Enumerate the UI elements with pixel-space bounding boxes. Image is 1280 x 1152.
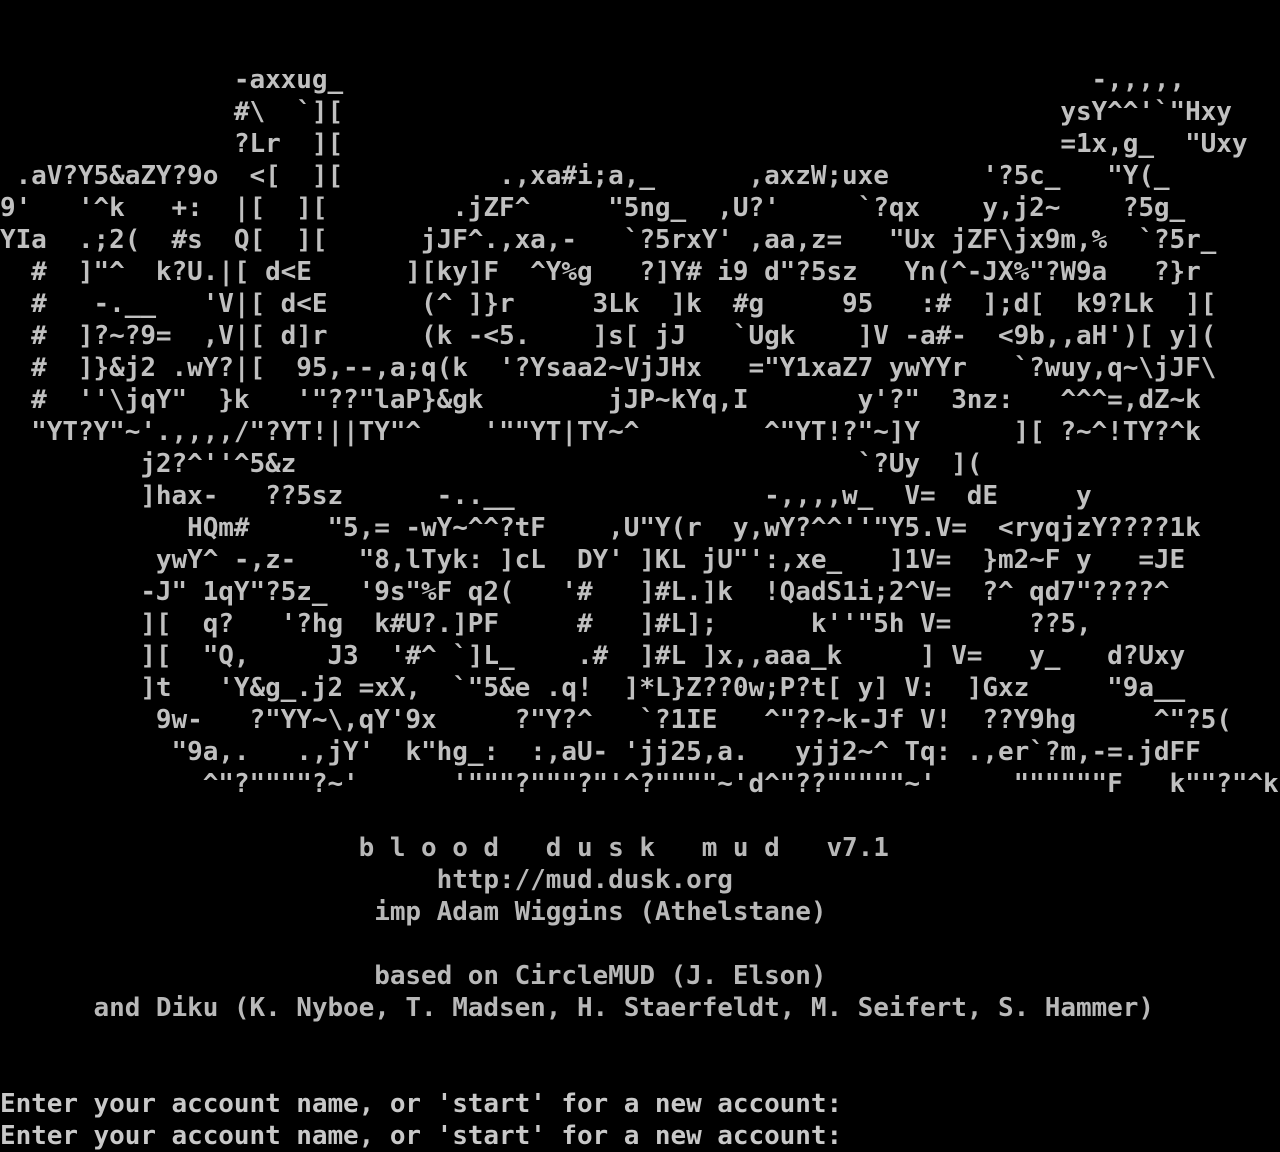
ascii-art-line: # ''\jqY" }k '"??"laP}&gk jJP~kYq,I y'?"…: [0, 385, 1201, 415]
mud-based-on: based on CircleMUD (J. Elson): [0, 961, 827, 991]
mud-diku-credits: and Diku (K. Nyboe, T. Madsen, H. Staerf…: [0, 993, 1154, 1023]
ascii-art-line: ]hax- ??5sz -..__ -,,,,w_ V= dE y: [0, 481, 1092, 511]
ascii-art-line: "9a,. .,jY' k"hg_: :,aU- 'jj25,a. yjj2~^…: [0, 737, 1201, 767]
ascii-art-line: 9' '^k +: |[ ][ .jZF^ "5ng_ ,U?' `?qx y,…: [0, 193, 1186, 223]
account-name-prompt: Enter your account name, or 'start' for …: [0, 1089, 843, 1119]
ascii-art-line: # -.__ 'V|[ d<E (^ ]}r 3Lk ]k #g 95 :# ]…: [0, 289, 1217, 319]
ascii-art-line: # ]}&j2 .wY?|[ 95,--,a;q(k '?Ysaa2~VjJHx…: [0, 353, 1217, 383]
ascii-art-line: ][ "Q, J3 '#^ `]L_ .# ]#L ]x,,aaa_k ] V=…: [0, 641, 1186, 671]
ascii-art-line: j2?^''^5&z `?Uy ](: [0, 449, 983, 479]
ascii-art-line: # ]?~?9= ,V|[ d]r (k -<5. ]s[ jJ `Ugk ]V…: [0, 321, 1217, 351]
ascii-art-line: .aV?Y5&aZY?9o <[ ][ .,xa#i;a,_ ,axzW;uxe…: [0, 161, 1170, 191]
terminal-screen[interactable]: -axxug_ -,,,,, #\ `][ ysY^^'`"Hxy ?Lr ][: [0, 0, 1280, 1152]
ascii-art-line: ?Lr ][ =1x,g_ "Uxy: [0, 129, 1248, 159]
ascii-art-line: ^"?""""?~' '"""?"""?"'^?""""~'d^"??"""""…: [0, 769, 1279, 799]
mud-url: http://mud.dusk.org: [0, 865, 733, 895]
mud-implementor: imp Adam Wiggins (Athelstane): [0, 897, 827, 927]
ascii-art-line: -J" 1qY"?5z_ '9s"%F q2( '# ]#L.]k !QadS1…: [0, 577, 1170, 607]
ascii-art-line: "YT?Y"~'.,,,,/"?YT!||TY"^ '""YT|TY~^ ^"Y…: [0, 417, 1201, 447]
ascii-art-line: ywY^ -,z- "8,lTyk: ]cL DY' ]KL jU"':,xe_…: [0, 545, 1186, 575]
ascii-art-line: ]t 'Y&g_.j2 =xX, `"5&e .q! ]*L}Z??0w;P?t…: [0, 673, 1186, 703]
ascii-art-line: YIa .;2( #s Q[ ][ jJF^.,xa,- `?5rxY' ,aa…: [0, 225, 1217, 255]
account-name-prompt[interactable]: Enter your account name, or 'start' for …: [0, 1120, 842, 1152]
ascii-art-line: HQm# "5,= -wY~^^?tF ,U"Y(r y,wY?^^''"Y5.…: [0, 513, 1201, 543]
mud-title: b l o o d d u s k m u d v7.1: [0, 833, 889, 863]
ascii-art-line: -axxug_ -,,,,,: [0, 65, 1186, 95]
ascii-art-line: 9w- ?"YY~\,qY'9x ?"Y?^ `?1IE ^"??~k-Jf V…: [0, 705, 1232, 735]
ascii-art-line: #\ `][ ysY^^'`"Hxy: [0, 97, 1232, 127]
ascii-art-line: # ]"^ k?U.|[ d<E ][ky]F ^Y%g ?]Y# i9 d"?…: [0, 257, 1201, 287]
ascii-art-line: ][ q? '?hg k#U?.]PF # ]#L]; k''"5h V= ??…: [0, 609, 1092, 639]
